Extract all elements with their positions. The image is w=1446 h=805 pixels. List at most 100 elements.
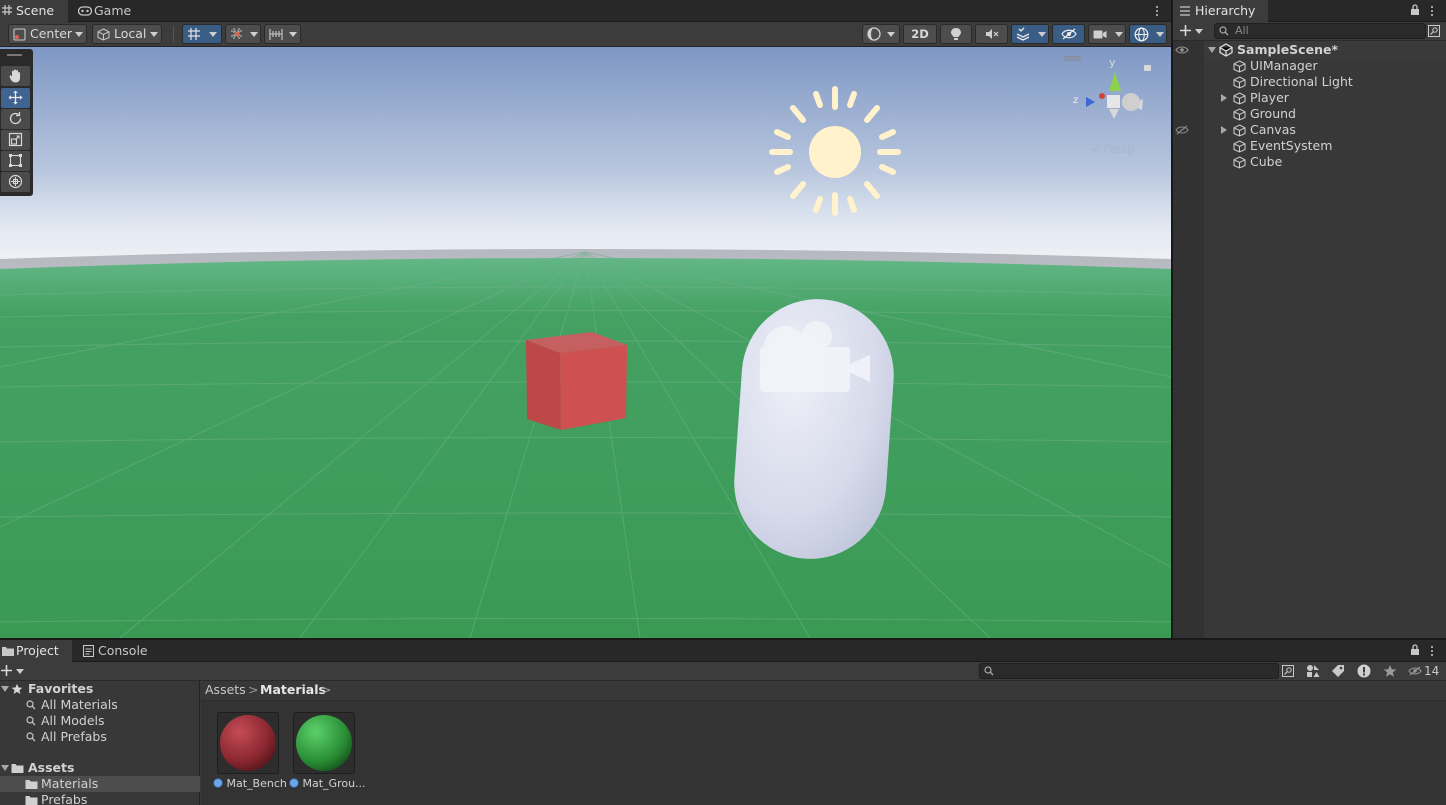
hierarchy-item[interactable]: Directional Light [1173,74,1446,90]
hierarchy-toolbar: All [1173,22,1446,41]
filter-by-label-icon[interactable] [1331,664,1345,678]
favorites-header[interactable]: Favorites [0,681,200,697]
hierarchy-more-menu-icon[interactable] [1425,4,1439,18]
rotate-tool-button[interactable] [1,109,30,129]
asset-thumbnail-mat-bench[interactable] [217,712,279,774]
gameobject-cube-icon [1233,156,1246,169]
search-icon [26,716,36,726]
gizmo-globe-icon [1134,27,1149,42]
scale-tool-button[interactable] [1,130,30,150]
grid-snap-toggle[interactable] [182,24,222,44]
effects-layers-icon [1016,27,1030,41]
assets-header[interactable]: Assets [0,760,200,776]
folder-icon [25,795,38,805]
drag-handle[interactable] [7,54,22,56]
chevron-down-icon [289,32,297,37]
scene-visibility-toggle[interactable] [1052,24,1085,44]
filter-by-type-icon[interactable] [1306,664,1320,678]
scene-more-menu-icon[interactable] [1150,4,1164,18]
ruler-toggle[interactable] [264,24,301,44]
folder-item-prefabs[interactable]: Prefabs [0,792,200,805]
breadcrumb-materials[interactable]: Materials [260,681,326,699]
hierarchy-item[interactable]: Player [1173,90,1446,106]
red-cube[interactable] [526,332,627,430]
increment-snap-toggle[interactable] [225,24,261,44]
plus-icon [1179,24,1192,37]
expand-arrow-icon[interactable] [1,765,9,771]
rotate-icon [8,111,23,126]
project-search-input[interactable] [979,663,1279,679]
asset-thumbnail-mat-ground[interactable] [293,712,355,774]
lock-icon[interactable] [1410,644,1420,656]
project-window: Project Console 14 Favorites All Materia… [0,640,1446,805]
tab-game[interactable]: Game [76,0,146,22]
camera-settings-dropdown[interactable] [1088,24,1126,44]
gameobject-cube-icon [1233,140,1246,153]
tab-hierarchy[interactable]: Hierarchy [1173,0,1268,22]
scene-root-row[interactable]: SampleScene* [1173,42,1446,58]
move-tool-button[interactable] [1,88,30,108]
projection-toggle[interactable]: < Persp [1090,142,1135,156]
project-folder-tree: Favorites All Materials All Models All P… [0,681,200,805]
hierarchy-search-input[interactable]: All [1214,23,1426,39]
favorite-item[interactable]: All Models [0,713,200,729]
create-asset-dropdown-button[interactable] [0,663,26,679]
hand-tool-button[interactable] [1,66,30,86]
search-icon [1219,26,1229,36]
chevron-down-icon [1156,32,1164,37]
mode-2d-button[interactable]: 2D [903,24,937,44]
sun-light-icon[interactable] [769,86,901,216]
rect-transform-icon [8,153,23,168]
scene-tab-bar: Scene Game [0,0,1171,22]
pivot-rotation-dropdown[interactable]: Local [92,24,162,44]
breadcrumb-assets[interactable]: Assets [205,681,246,699]
favorite-item[interactable]: All Prefabs [0,729,200,745]
tab-project[interactable]: Project [0,640,72,662]
asset-label-mat-bench[interactable]: Mat_Bench [213,776,287,792]
pivot-mode-dropdown[interactable]: Center [8,24,87,44]
asset-label-mat-ground[interactable]: Mat_Grou... [289,776,366,792]
warning-filter-icon[interactable] [1357,664,1371,678]
hierarchy-item[interactable]: UIManager [1173,58,1446,74]
project-more-menu-icon[interactable] [1425,644,1439,658]
hierarchy-item[interactable]: EventSystem [1173,138,1446,154]
lighting-toggle[interactable] [940,24,972,44]
expand-arrow-icon[interactable] [1221,94,1227,102]
ruler-icon [269,28,283,41]
create-dropdown-button[interactable] [1178,23,1204,39]
tab-scene[interactable]: Scene [0,0,68,22]
expand-arrow-icon[interactable] [1208,47,1216,53]
camera-icon [1093,29,1107,40]
effects-dropdown[interactable] [1011,24,1049,44]
favorite-star-icon[interactable] [1383,664,1397,678]
gizmos-dropdown[interactable] [1129,24,1167,44]
hierarchy-item[interactable]: Canvas [1173,122,1446,138]
material-icon [213,778,223,788]
favorite-item[interactable]: All Materials [0,697,200,713]
transform-tool-button[interactable] [1,172,30,192]
chevron-down-icon [75,32,83,37]
rect-tool-button[interactable] [1,151,30,171]
tab-console[interactable]: Console [80,640,160,662]
search-scope-icon[interactable] [1428,25,1440,37]
lock-icon[interactable] [1410,4,1420,16]
audio-toggle[interactable] [975,24,1008,44]
scene-viewport[interactable]: y z < Persp [0,47,1171,638]
search-scope-icon[interactable] [1282,665,1294,677]
draw-mode-dropdown[interactable] [862,24,900,44]
gameobject-cube-icon [1233,108,1246,121]
hierarchy-item[interactable]: Ground [1173,106,1446,122]
shading-sphere-icon [867,27,881,41]
expand-arrow-icon[interactable] [1,686,9,692]
search-icon [26,700,36,710]
audio-mute-icon [985,28,999,40]
asset-grid: Mat_Bench Mat_Grou... [201,701,1446,805]
project-toolbar: 14 [0,662,1446,681]
breadcrumb-separator: > [248,682,259,697]
gameobject-cube-icon [1233,60,1246,73]
hierarchy-item[interactable]: Cube [1173,154,1446,170]
expand-arrow-icon[interactable] [1221,126,1227,134]
chevron-down-icon [887,32,895,37]
folder-item-materials[interactable]: Materials [0,776,200,792]
gizmo-axis-y-label: y [1109,56,1116,69]
